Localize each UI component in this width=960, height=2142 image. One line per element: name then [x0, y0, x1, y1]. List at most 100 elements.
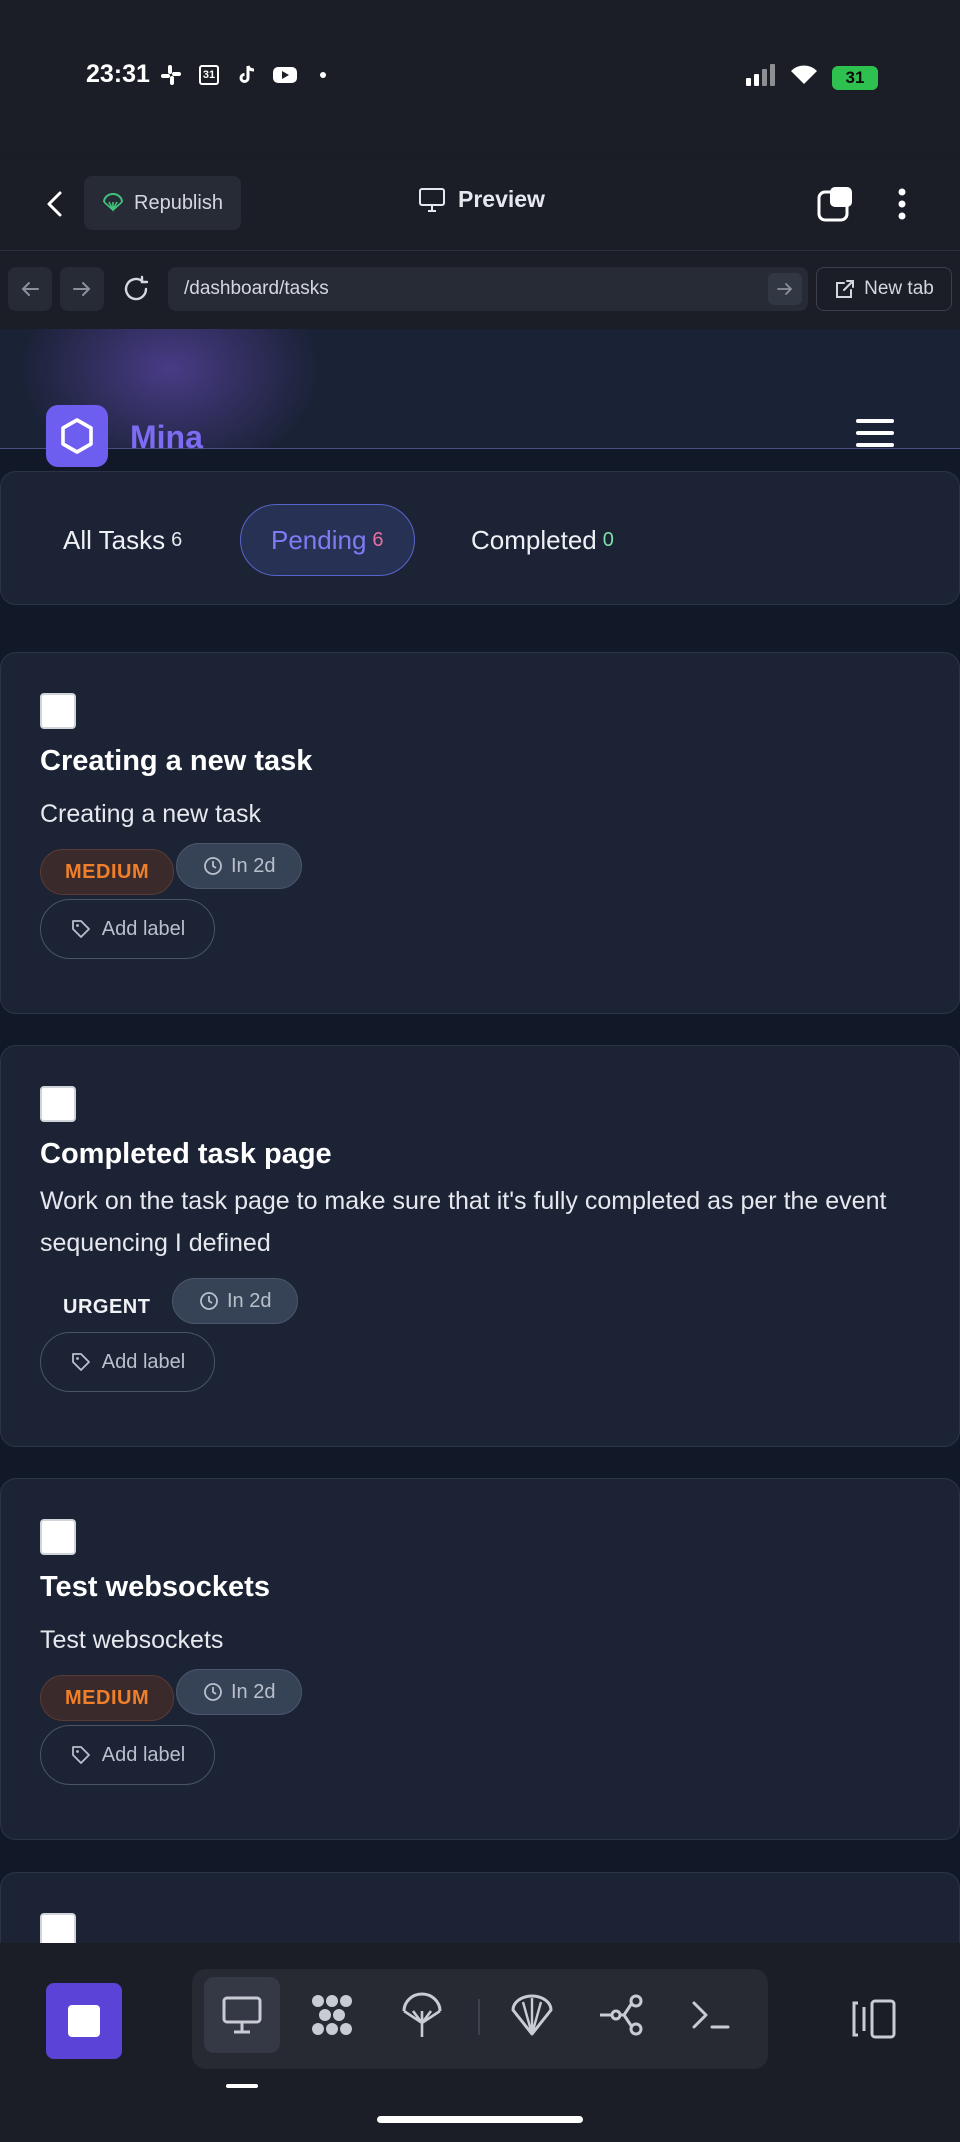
due-date-text: In 2d	[231, 854, 276, 877]
arrow-right-icon	[777, 283, 793, 295]
back-button[interactable]	[38, 184, 74, 224]
dot-icon	[310, 62, 336, 88]
calendar-day: 31	[202, 69, 216, 81]
tool-group	[192, 1969, 768, 2069]
tab-all-tasks[interactable]: All Tasks 6	[63, 504, 182, 576]
agents-icon[interactable]	[294, 1977, 370, 2053]
add-label-text: Add label	[101, 917, 186, 940]
bottom-dock	[0, 1943, 960, 2142]
republish-label: Republish	[134, 191, 223, 214]
app-top-bar: Republish Preview	[0, 160, 960, 250]
active-tool-indicator	[226, 2084, 258, 2088]
arrow-right-icon	[73, 282, 91, 296]
hexagon-icon	[61, 418, 93, 454]
priority-badge[interactable]: MEDIUM	[40, 849, 175, 895]
task-checkbox[interactable]	[40, 693, 76, 729]
browser-forward-button[interactable]	[60, 267, 104, 311]
site-brand[interactable]: Mina	[130, 419, 203, 456]
url-text: /dashboard/tasks	[184, 278, 329, 299]
add-label-text: Add label	[101, 1743, 186, 1766]
preview-label: Preview	[458, 186, 545, 212]
external-link-icon	[836, 280, 855, 298]
task-title[interactable]: Test websockets	[40, 1571, 270, 1604]
due-date-text: In 2d	[231, 1680, 276, 1703]
battery-level: 31	[845, 67, 865, 87]
reload-icon	[124, 275, 149, 301]
task-title[interactable]: Creating a new task	[40, 745, 312, 778]
clock-icon	[204, 857, 222, 875]
tab-count: 0	[602, 528, 614, 551]
site-logo[interactable]	[46, 405, 108, 467]
clock-icon	[200, 1292, 218, 1310]
tool-separator	[478, 1999, 480, 2035]
arrow-left-icon	[21, 282, 39, 296]
priority-badge[interactable]: MEDIUM	[40, 1675, 175, 1721]
shell-icon[interactable]	[494, 1977, 570, 2053]
status-app-icons: 31	[158, 62, 336, 88]
desktop-icon[interactable]	[204, 1977, 280, 2053]
side-panel-icon	[852, 1999, 896, 2039]
slack-icon	[158, 62, 184, 88]
new-tab-label: New tab	[864, 278, 934, 299]
tab-label: Completed	[471, 524, 597, 555]
filter-tabs: All Tasks 6 Pending 6 Completed 0	[0, 471, 960, 605]
tag-icon	[71, 920, 90, 938]
terminal-icon[interactable]	[672, 1977, 748, 2053]
browser-back-button[interactable]	[8, 267, 52, 311]
tag-icon	[71, 1746, 90, 1764]
tab-pending[interactable]: Pending 6	[240, 504, 415, 576]
task-description: Work on the task page to make sure that …	[40, 1187, 887, 1257]
hamburger-menu-button[interactable]	[856, 419, 894, 451]
signal-icon	[746, 64, 776, 91]
wifi-icon	[790, 64, 818, 91]
web-viewport: Mina All Tasks 6 Pending 6 Completed 0 C…	[0, 329, 960, 1943]
tab-completed[interactable]: Completed 0	[471, 504, 614, 576]
git-icon[interactable]	[584, 1977, 660, 2053]
task-description: Test websockets	[40, 1626, 224, 1654]
status-time: 23:31	[86, 60, 150, 88]
task-card	[0, 1872, 960, 1943]
preview-toggle[interactable]: Preview	[418, 186, 545, 213]
add-label-button[interactable]: Add label	[40, 899, 215, 959]
youtube-icon	[272, 62, 298, 88]
menu-icon-bar	[856, 431, 894, 435]
menu-icon	[856, 419, 894, 423]
tabs-icon	[817, 187, 852, 222]
tab-label: All Tasks	[63, 524, 166, 555]
add-label-text: Add label	[101, 1350, 186, 1373]
tiktok-icon	[234, 62, 260, 88]
menu-icon-bar	[856, 443, 894, 447]
add-label-button[interactable]: Add label	[40, 1332, 215, 1392]
new-tab-button[interactable]: New tab	[816, 267, 952, 311]
calendar-icon: 31	[196, 62, 222, 88]
more-options-button[interactable]	[888, 184, 916, 224]
clock-icon	[204, 1683, 222, 1701]
battery-indicator: 31	[832, 65, 878, 90]
tabs-button[interactable]	[816, 184, 856, 224]
tab-count: 6	[171, 528, 183, 551]
parachute-icon	[103, 193, 123, 212]
task-checkbox[interactable]	[40, 1519, 76, 1555]
due-date-badge[interactable]: In 2d	[172, 1278, 299, 1324]
task-description: Creating a new task	[40, 800, 261, 828]
side-panel-button[interactable]	[850, 1997, 900, 2041]
task-card: Completed task page Work on the task pag…	[0, 1045, 960, 1447]
url-input[interactable]: /dashboard/tasks	[168, 267, 808, 311]
browser-url-bar: /dashboard/tasks New tab	[0, 251, 960, 329]
reload-button[interactable]	[114, 267, 158, 311]
tab-count: 6	[372, 528, 384, 551]
due-date-badge[interactable]: In 2d	[176, 1669, 303, 1715]
deploy-icon[interactable]	[384, 1977, 460, 2053]
add-label-button[interactable]: Add label	[40, 1725, 215, 1785]
task-title[interactable]: Completed task page	[40, 1138, 332, 1171]
priority-badge[interactable]: URGENT	[40, 1284, 173, 1330]
stop-button[interactable]	[46, 1983, 122, 2059]
home-indicator[interactable]	[377, 2116, 583, 2123]
url-go-button[interactable]	[768, 273, 802, 305]
task-checkbox[interactable]	[40, 1086, 76, 1122]
tab-label: Pending	[271, 524, 367, 555]
status-bar: 23:31 31 31	[0, 0, 960, 150]
republish-button[interactable]: Republish	[84, 176, 241, 230]
task-checkbox[interactable]	[40, 1913, 76, 1943]
due-date-badge[interactable]: In 2d	[176, 843, 303, 889]
